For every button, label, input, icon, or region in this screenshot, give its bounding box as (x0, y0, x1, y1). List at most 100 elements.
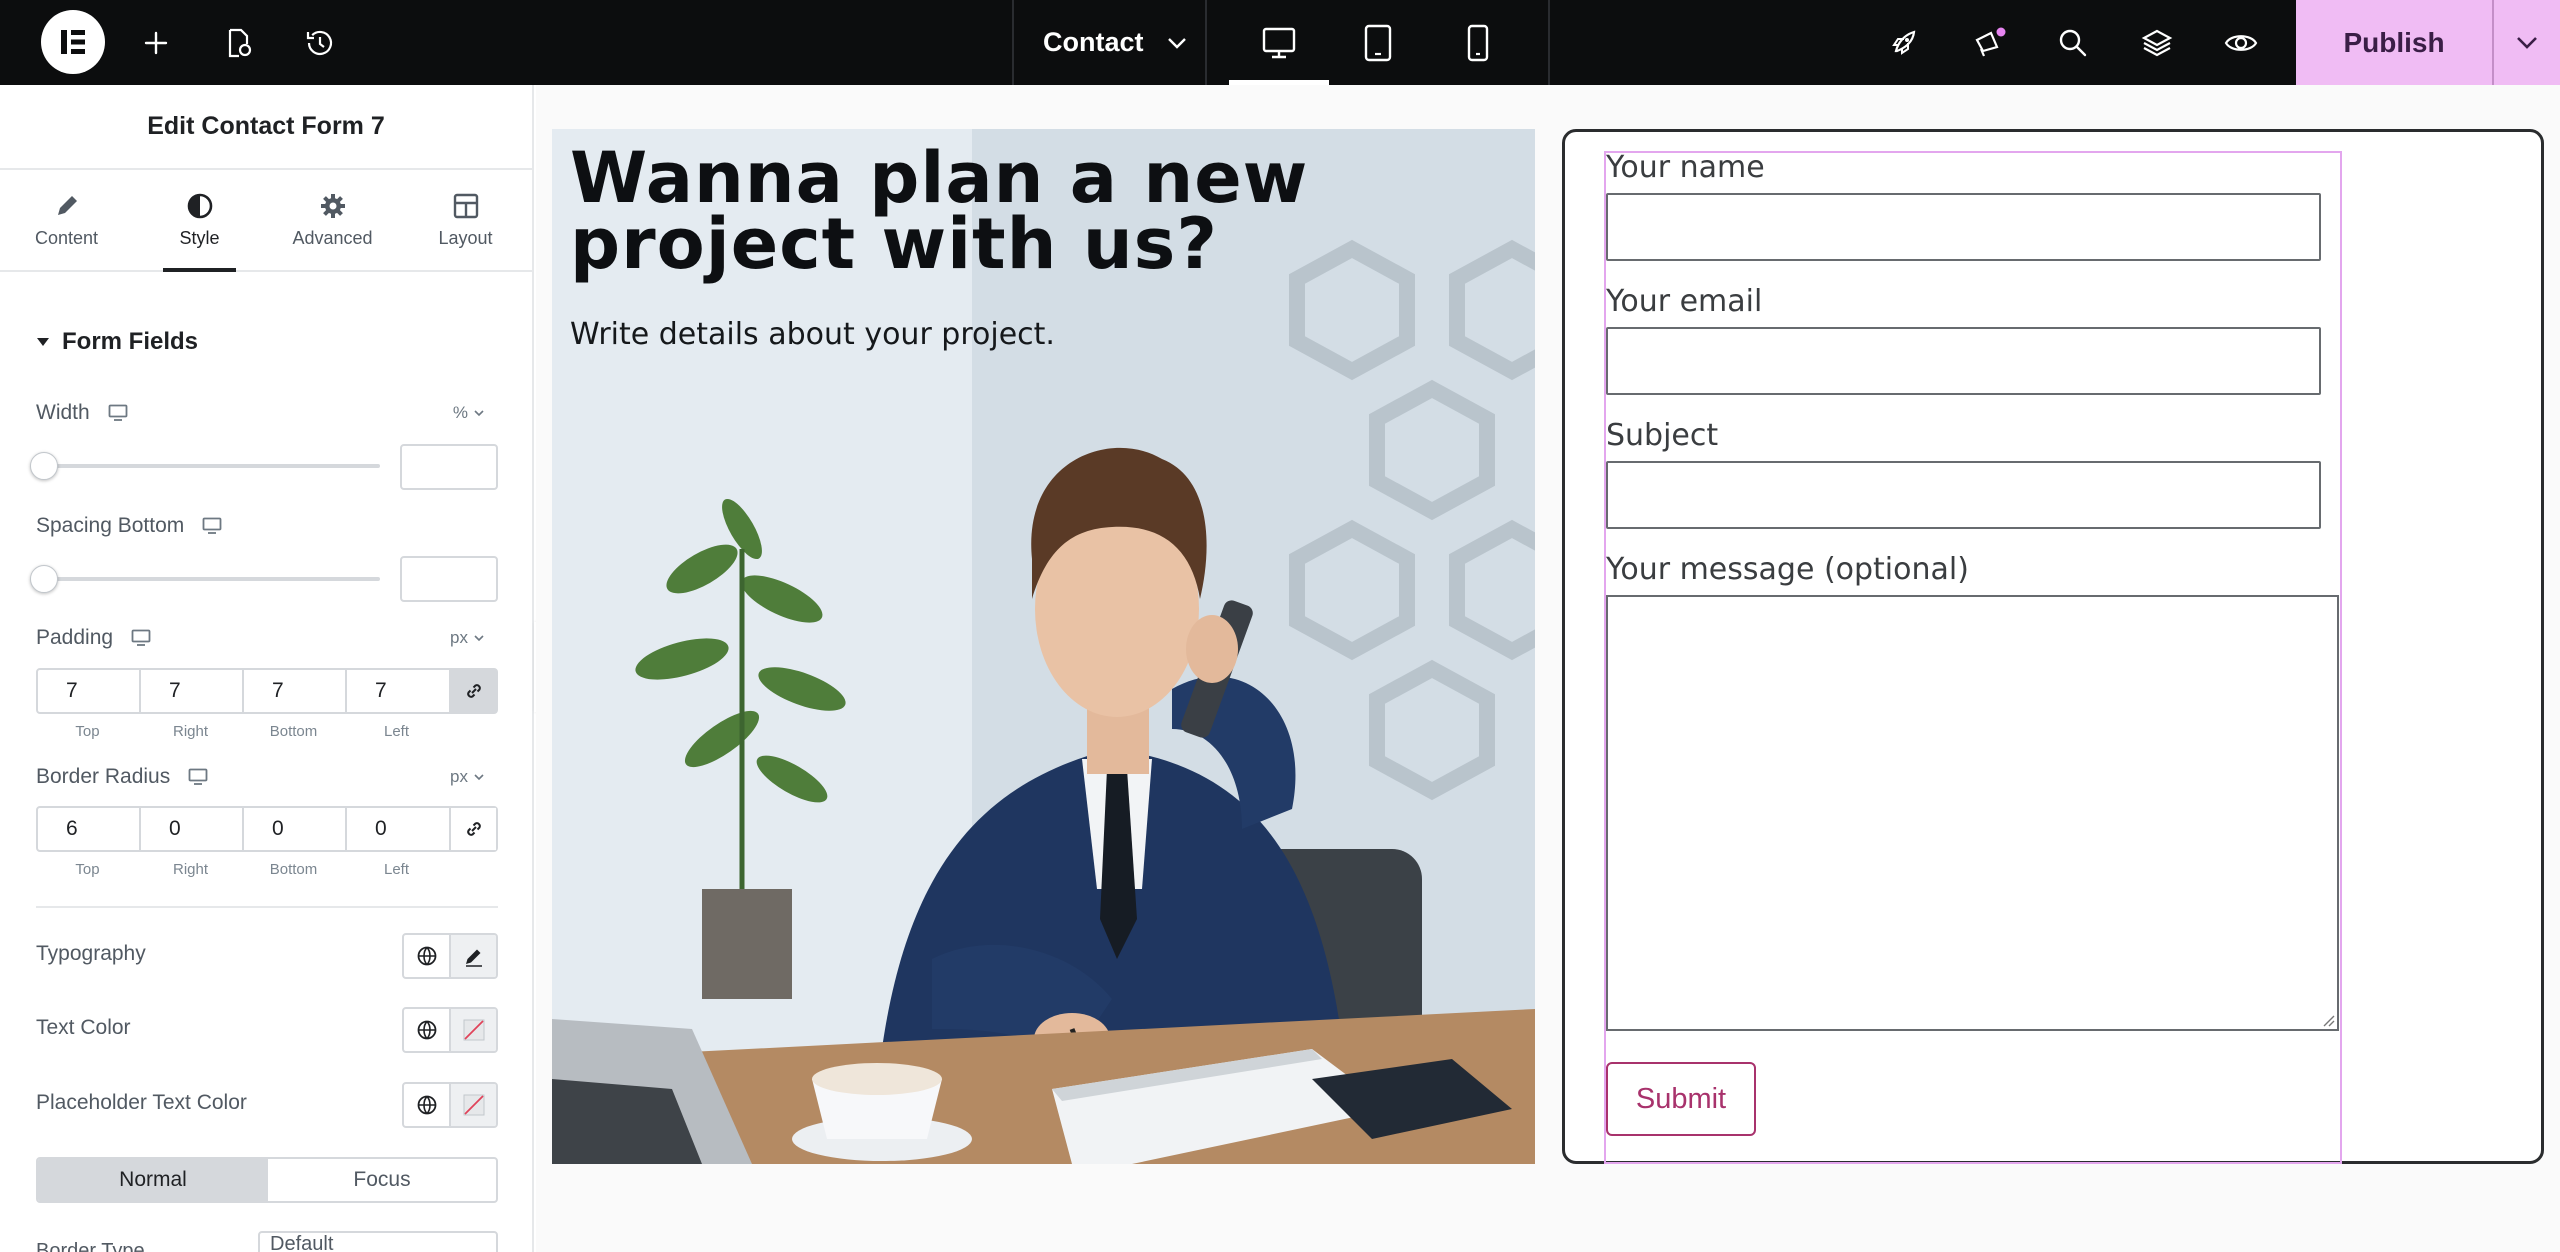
submit-button[interactable]: Submit (1606, 1062, 1756, 1136)
padding-control-label: Padding (36, 626, 151, 650)
tab-advanced[interactable]: Advanced (266, 170, 399, 270)
placeholder-color-controls (402, 1082, 498, 1128)
device-desktop-button[interactable] (1229, 0, 1329, 85)
no-color-icon (463, 1094, 484, 1116)
width-input[interactable] (400, 444, 498, 490)
page-settings-icon[interactable] (218, 0, 258, 85)
padding-dimension-labels: Top Right Bottom Left (36, 723, 448, 740)
caret-down-icon (37, 338, 49, 346)
padding-dimensions: 7 7 7 7 (36, 668, 498, 714)
device-tablet-button[interactable] (1328, 0, 1428, 85)
dim-label-bottom: Bottom (269, 861, 318, 878)
resize-handle-icon[interactable] (2321, 1013, 2335, 1027)
radius-left-input[interactable]: 0 (347, 808, 451, 850)
tab-label: Advanced (292, 227, 373, 248)
radius-right-input[interactable]: 0 (141, 808, 244, 850)
desktop-icon (131, 629, 151, 646)
history-icon[interactable] (300, 0, 340, 85)
text-color-swatch[interactable] (449, 1009, 496, 1051)
publish-button[interactable]: Publish (2296, 0, 2492, 85)
width-label: Width (36, 401, 90, 424)
global-color-button[interactable] (404, 1084, 449, 1126)
device-mobile-button[interactable] (1428, 0, 1528, 85)
chevron-down-icon (1167, 37, 1186, 49)
panel-title: Edit Contact Form 7 (0, 85, 532, 170)
layout-icon (453, 193, 478, 218)
padding-link-button[interactable] (451, 670, 496, 712)
width-slider[interactable] (30, 452, 380, 480)
edit-typography-button[interactable] (449, 935, 496, 977)
section-title: Form Fields (62, 328, 199, 355)
state-tabs: Normal Focus (36, 1157, 498, 1203)
tab-content[interactable]: Content (0, 170, 133, 270)
border-radius-unit-select[interactable]: px (450, 767, 484, 787)
search-icon[interactable] (2053, 0, 2093, 85)
megaphone-icon[interactable] (1968, 0, 2012, 85)
global-color-button[interactable] (404, 1009, 449, 1051)
padding-label: Padding (36, 626, 114, 649)
link-icon (466, 822, 481, 836)
radius-top-input[interactable]: 6 (38, 808, 141, 850)
tab-layout[interactable]: Layout (399, 170, 532, 270)
width-unit: % (452, 403, 468, 422)
border-radius-control-label: Border Radius (36, 765, 208, 789)
half-circle-icon (187, 193, 212, 218)
typography-controls (402, 933, 498, 979)
elementor-logo-icon[interactable] (41, 10, 105, 74)
rocket-icon[interactable] (1884, 0, 1924, 85)
global-typography-button[interactable] (404, 935, 449, 977)
border-radius-label: Border Radius (36, 765, 171, 788)
hero-heading: Wanna plan a new project with us? (570, 137, 1309, 285)
slider-handle[interactable] (30, 452, 58, 480)
slider-handle[interactable] (30, 565, 58, 593)
spacing-bottom-slider[interactable] (30, 565, 380, 593)
preview-eye-icon[interactable] (2221, 0, 2261, 85)
padding-top-input[interactable]: 7 (38, 670, 141, 712)
subject-field[interactable] (1606, 461, 2321, 529)
border-radius-unit: px (450, 767, 468, 786)
dim-label-bottom: Bottom (269, 723, 318, 740)
gear-icon (320, 193, 345, 218)
dim-label-left: Left (383, 723, 410, 740)
spacing-bottom-input[interactable] (400, 556, 498, 602)
hero-image-section[interactable]: Wanna plan a new project with us? Write … (552, 129, 1535, 1164)
radius-bottom-input[interactable]: 0 (244, 808, 347, 850)
publish-options-button[interactable] (2492, 0, 2560, 85)
padding-bottom-input[interactable]: 7 (244, 670, 347, 712)
layers-icon[interactable] (2137, 0, 2177, 85)
name-field-label: Your name (1606, 150, 1765, 185)
padding-left-input[interactable]: 7 (347, 670, 451, 712)
email-field[interactable] (1606, 327, 2321, 395)
dim-label-left: Left (383, 861, 410, 878)
page-selector[interactable]: Contact (1013, 0, 1205, 85)
add-element-icon[interactable] (136, 0, 176, 85)
border-type-label: Border Type (36, 1240, 145, 1252)
width-unit-select[interactable]: % (453, 403, 484, 423)
state-tab-normal[interactable]: Normal (38, 1159, 268, 1201)
tab-label: Style (179, 227, 220, 248)
tab-label: Layout (438, 227, 493, 248)
editor-panel: Edit Contact Form 7 Content Style Advanc… (0, 85, 534, 1252)
state-tab-focus[interactable]: Focus (268, 1159, 496, 1201)
section-form-fields[interactable]: Form Fields (36, 328, 198, 356)
typography-label: Typography (36, 942, 146, 965)
no-color-icon (463, 1019, 484, 1041)
radius-dimension-labels: Top Right Bottom Left (36, 861, 448, 878)
pencil-icon (57, 195, 77, 215)
padding-right-input[interactable]: 7 (141, 670, 244, 712)
tablet-icon (1364, 24, 1392, 61)
message-textarea[interactable] (1606, 595, 2339, 1031)
page-name: Contact (1043, 27, 1144, 57)
radius-link-button[interactable] (451, 808, 496, 850)
name-field[interactable] (1606, 193, 2321, 261)
text-color-label: Text Color (36, 1016, 131, 1039)
email-field-label: Your email (1606, 284, 1763, 319)
divider (36, 906, 498, 908)
tab-style[interactable]: Style (133, 170, 266, 272)
placeholder-color-swatch[interactable] (449, 1084, 496, 1126)
placeholder-color-label: Placeholder Text Color (36, 1091, 247, 1114)
chevron-down-icon (474, 634, 484, 641)
border-type-select[interactable]: Default (258, 1231, 498, 1252)
desktop-icon (202, 517, 222, 534)
padding-unit-select[interactable]: px (450, 628, 484, 648)
